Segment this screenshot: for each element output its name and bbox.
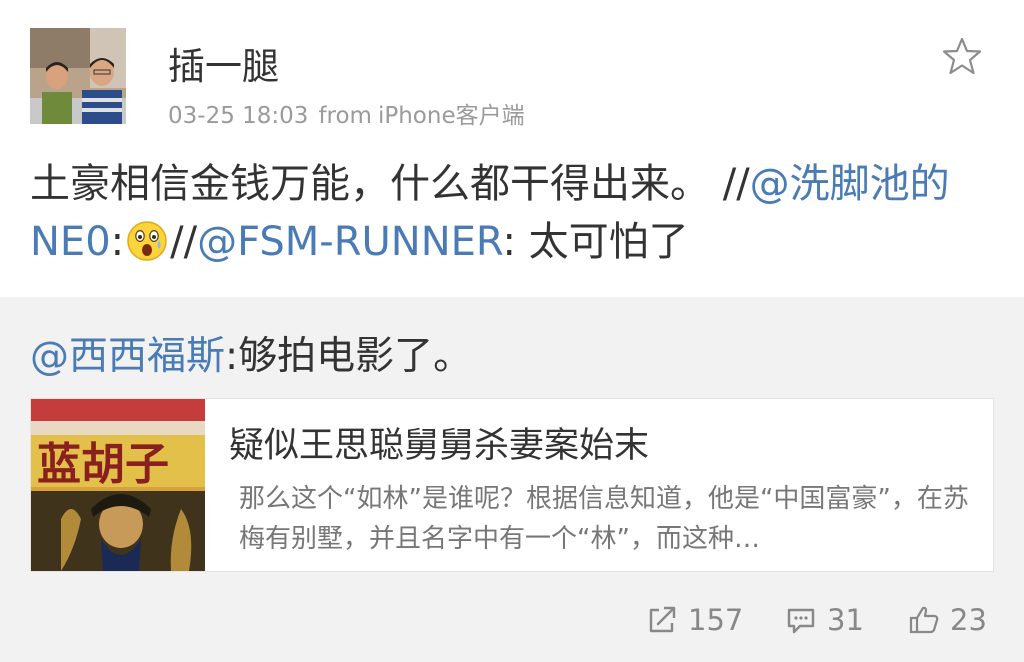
comment-button[interactable]: 31 [785,595,864,645]
post-meta: 03-25 18:03 from iPhone客户端 [168,96,525,130]
post-text-part: // [170,219,198,265]
mention-link[interactable]: @FSM-RUNNER [197,219,502,265]
post-text: 土豪相信金钱万能，什么都干得出来。 //@洗脚池的NE0: //@FSM-RUN… [30,155,990,271]
post-text-part: : 太可怕了 [502,219,689,265]
username[interactable]: 插一腿 [168,36,279,90]
favorite-button[interactable] [942,36,982,76]
article-excerpt: 那么这个“如林”是谁呢？根据信息知道，他是“中国富豪”，在苏梅有别墅，并且名字中… [239,484,969,554]
article-title: 疑似王思聪舅舅杀妻案始末 [229,426,650,466]
surprised-face-emoji-icon [126,220,168,262]
comment-bubble-icon [787,608,815,634]
post-source: iPhone客户端 [377,103,525,129]
post-time: 03-25 18:03 [168,103,309,129]
article-card[interactable]: 蓝胡子 疑似王思聪舅舅杀妻案始末 那么这个“如林”是谁呢？根据信息知道，他是“中… [30,398,994,572]
repost-count: 157 [688,603,744,637]
repost-text: @西西福斯:够拍电影了。 [30,325,472,381]
action-bar: 157 31 23 [0,595,1024,645]
star-outline-icon [942,37,982,75]
article-thumbnail: 蓝胡子 [31,399,205,571]
repost-mention-link[interactable]: @西西福斯 [30,334,225,379]
like-button[interactable]: 23 [908,595,987,645]
like-count: 23 [950,603,987,637]
comment-count: 31 [827,603,864,637]
repost-button[interactable]: 157 [646,595,743,645]
repost-body: :够拍电影了。 [225,334,473,379]
share-arrow-icon [649,606,676,633]
avatar[interactable] [30,28,126,124]
reposted-content: @西西福斯:够拍电影了。 蓝胡子 疑似王思聪舅舅杀妻案始末 那么这个“如林”是谁… [0,297,1024,662]
thumbnail-title: 蓝胡子 [37,439,169,490]
post-text-part: : [110,219,125,265]
avatar-photo [30,28,126,124]
post-text-part: 土豪相信金钱万能，什么都干得出来。 // [30,161,750,207]
source-label: from [318,103,372,129]
post-header: 插一腿 03-25 18:03 from iPhone客户端 [0,0,1024,140]
thumbs-up-icon [909,606,939,634]
